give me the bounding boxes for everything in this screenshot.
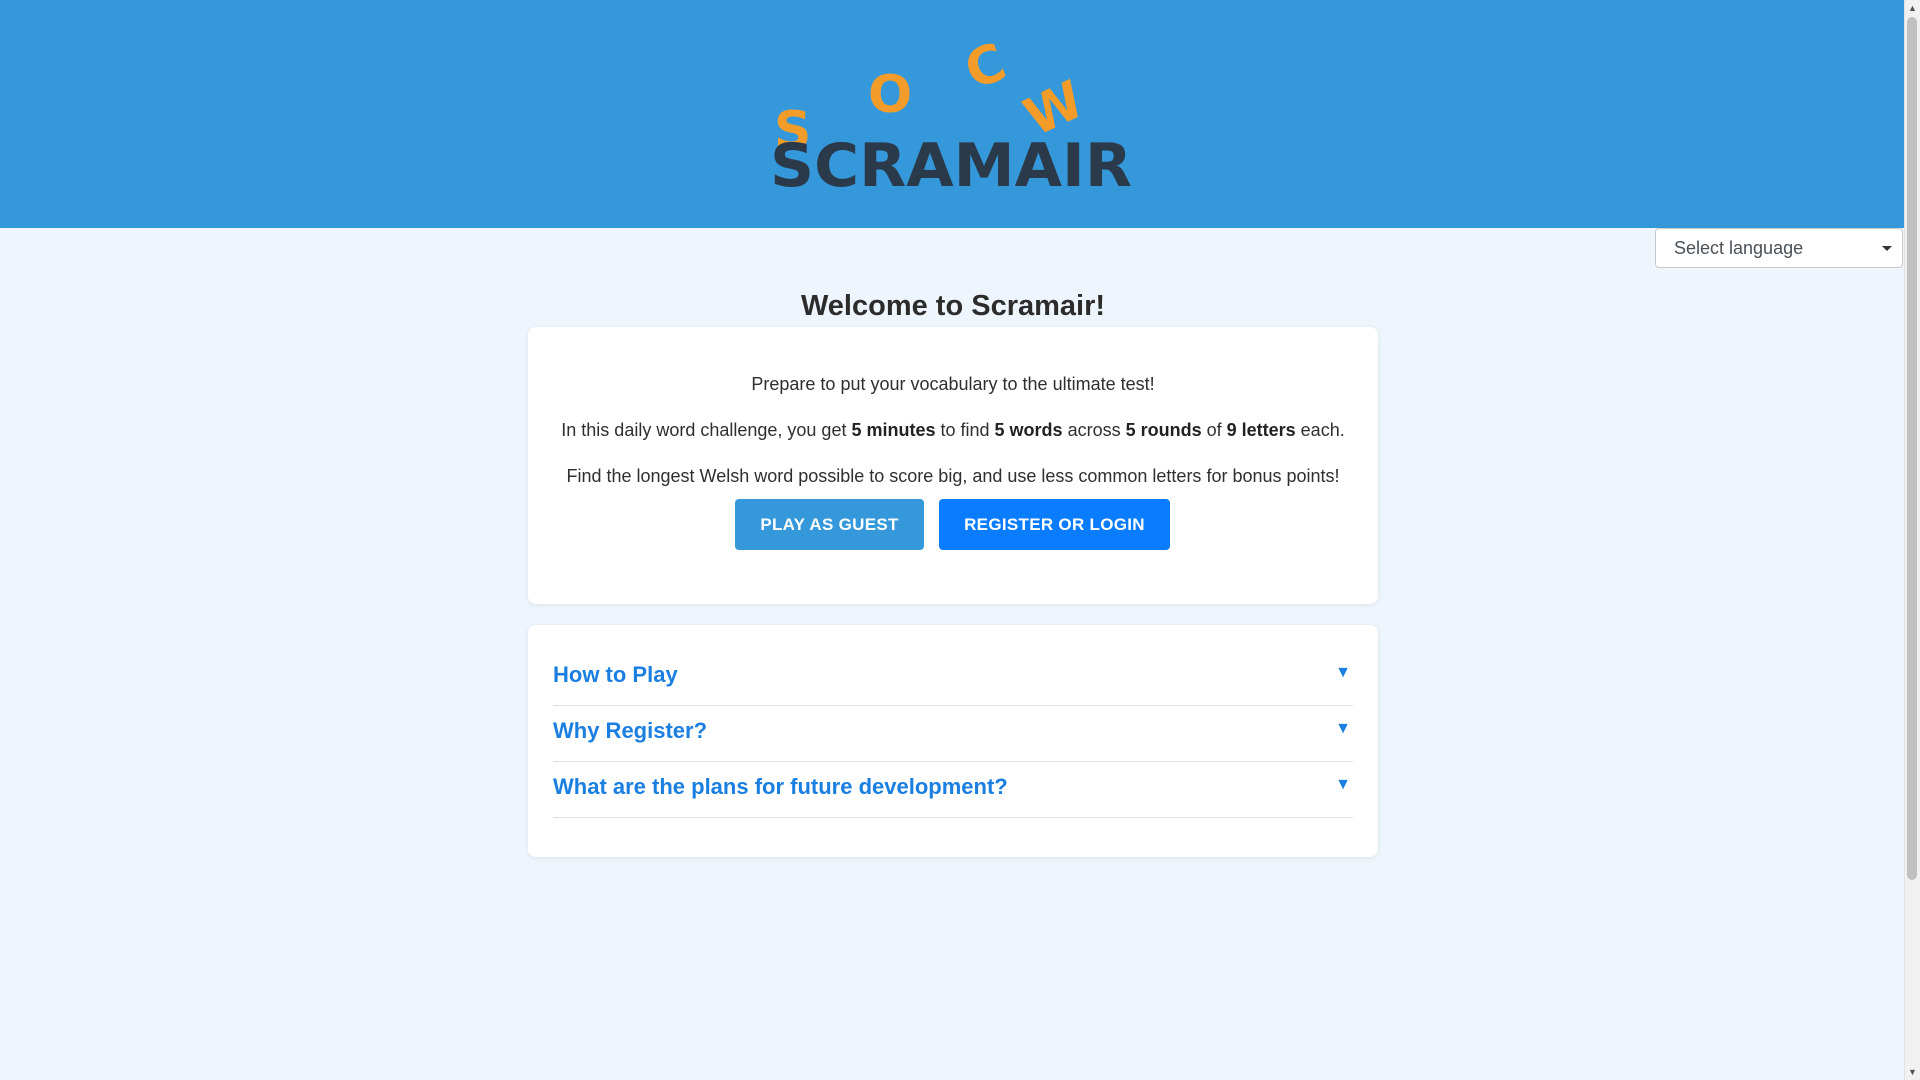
register-or-login-button[interactable]: REGISTER OR LOGIN — [939, 499, 1170, 550]
expand-arrow-icon: ▼ — [1335, 776, 1351, 793]
faq-card: How to Play ▼ Why Register? ▼ What are t… — [528, 625, 1378, 857]
intro-text: each. — [1295, 420, 1345, 440]
scroll-down-icon[interactable]: ▼ — [1908, 1067, 1917, 1077]
intro-text: In this daily word challenge, you get — [561, 420, 852, 440]
intro-text: to find — [935, 420, 995, 440]
logo-floating-o: O — [868, 65, 912, 125]
page-title: Welcome to Scramair! — [800, 290, 1106, 322]
scroll-thumb[interactable] — [1907, 17, 1917, 880]
faq-item-future-development[interactable]: What are the plans for future developmen… — [553, 762, 1353, 818]
header-banner: S O C W SCRAMAIR — [0, 0, 1905, 228]
intro-line-1: Prepare to put your vocabulary to the ul… — [751, 374, 1155, 394]
play-as-guest-button[interactable]: PLAY AS GUEST — [735, 499, 924, 550]
faq-title: How to Play — [553, 662, 678, 687]
expand-arrow-icon: ▼ — [1335, 720, 1351, 737]
language-select-label: Select language — [1674, 237, 1804, 258]
faq-title: What are the plans for future developmen… — [553, 774, 1008, 799]
logo-floating-c: C — [957, 40, 1013, 102]
faq-item-how-to-play[interactable]: How to Play ▼ — [553, 650, 1353, 706]
intro-text: of — [1201, 420, 1227, 440]
intro-highlight-words: 5 words — [994, 420, 1063, 440]
scroll-up-icon[interactable]: ▲ — [1908, 3, 1917, 13]
intro-highlight-letters: 9 letters — [1226, 420, 1296, 440]
vertical-scrollbar[interactable]: ▲ ▼ — [1904, 0, 1920, 1080]
intro-card: Prepare to put your vocabulary to the ul… — [528, 327, 1378, 604]
intro-highlight-rounds: 5 rounds — [1125, 420, 1202, 440]
expand-arrow-icon: ▼ — [1335, 664, 1351, 681]
scramair-logo: S O C W SCRAMAIR — [770, 40, 1132, 192]
language-select[interactable]: Select language — [1655, 228, 1903, 268]
faq-title: Why Register? — [553, 718, 708, 743]
caret-down-icon — [1882, 246, 1892, 251]
logo-wordmark: SCRAMAIR — [770, 131, 1132, 192]
faq-item-why-register[interactable]: Why Register? ▼ — [553, 706, 1353, 762]
intro-line-2: In this daily word challenge, you get 5 … — [528, 420, 1378, 441]
intro-highlight-minutes: 5 minutes — [851, 420, 936, 440]
page: S O C W SCRAMAIR ▲ ▼ Select language Wel… — [0, 0, 1920, 1080]
intro-text: across — [1062, 420, 1126, 440]
intro-line-3: Find the longest Welsh word possible to … — [566, 466, 1340, 486]
